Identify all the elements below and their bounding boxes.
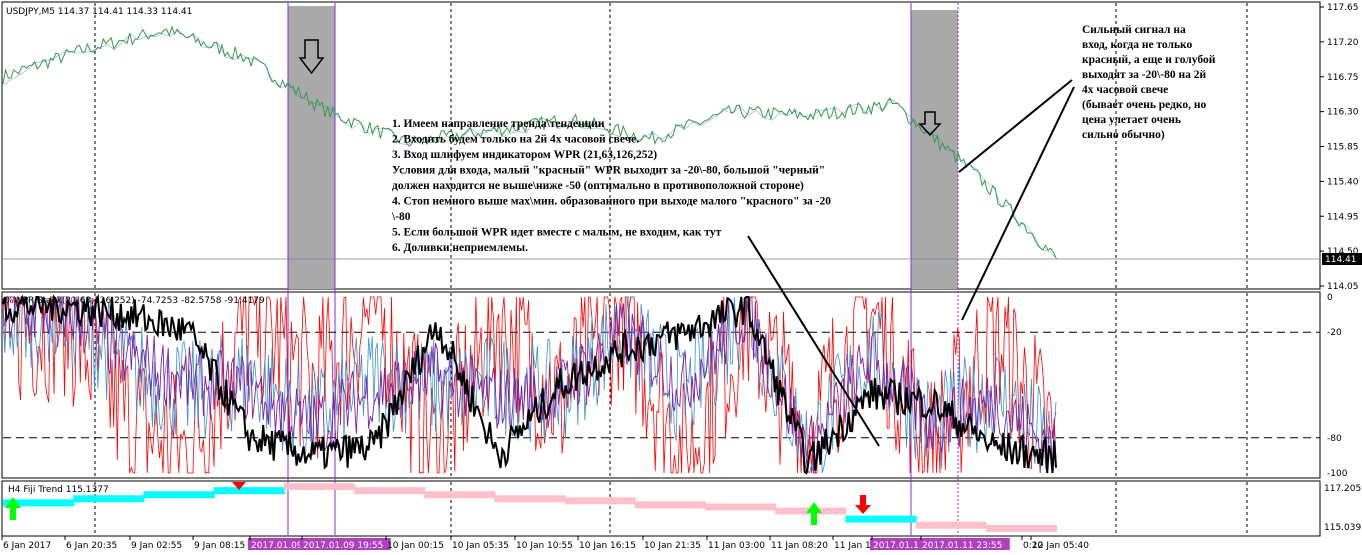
time-tick-label: 11 Jan 03:00 <box>708 541 765 551</box>
annotation-line-text: 5. Если большой WPR идет вместе с малым,… <box>392 227 722 239</box>
annotation-line-text: 3. Вход шлифуем индикатором WPR (21,63,1… <box>392 149 657 161</box>
price-tick-label: 117.20 <box>1327 38 1359 48</box>
highlight-zone-2 <box>911 10 958 289</box>
price-tick-label: 116.30 <box>1327 108 1359 118</box>
time-tick-label: 10 Jan 10:55 <box>516 541 573 551</box>
price-tick-label: 115.85 <box>1327 143 1359 153</box>
price-tick-label: 117.65 <box>1327 3 1359 13</box>
time-tick-label: 6 Jan 2017 <box>3 541 51 551</box>
trend-axis: 117.2059 115.0392 <box>1324 484 1362 533</box>
time-tick-label: 12 Jan 05:40 <box>1032 541 1089 551</box>
trend-panel-frame <box>1 480 1321 537</box>
price-tick-label: 116.75 <box>1327 73 1359 83</box>
trend-segment-down <box>915 521 987 529</box>
time-tick-label: 11 Jan 1 <box>834 541 871 551</box>
trend-segment-down <box>564 497 636 505</box>
annotation-line-text: Условия для входа, малый "красный" WPR в… <box>392 165 825 177</box>
trend-segment-up <box>143 491 215 499</box>
time-tick-label: 2017.01.09 19:55 <box>303 541 383 551</box>
current-price-label: 114.41 <box>1325 255 1357 265</box>
trend-segment-up <box>213 487 285 495</box>
wpr-tick-label: -80 <box>1327 434 1342 444</box>
wpr-panel-label: %WPR Stack(21,63,126,252) -74.7253 -82.5… <box>5 296 265 306</box>
trend-segment-down <box>424 491 496 499</box>
chart-canvas: USDJPY,M5 114.37 114.41 114.33 114.41 %W… <box>1 1 1362 551</box>
highlight-zone-1 <box>288 6 335 289</box>
price-tick-label: 115.40 <box>1327 177 1359 187</box>
time-tick-label: 9 Jan 02:55 <box>131 541 182 551</box>
trend-segment-down <box>634 501 706 509</box>
trend-segment-down <box>283 483 355 491</box>
time-tick-label: 2017.01.09 <box>251 541 303 551</box>
time-tick-label: 10 Jan 21:35 <box>644 541 701 551</box>
wpr-tick-label: 0 <box>1327 293 1333 303</box>
annotation-line-text: выходят за -20\-80 на 2й <box>1082 69 1206 81</box>
trend-segment-down <box>494 495 566 503</box>
annotation-line-text: цена улетает очень <box>1082 114 1181 126</box>
trend-tick-label: 115.0392 <box>1324 523 1362 533</box>
wpr-panel-frame <box>1 291 1321 479</box>
annotation-line-text: красный, а еще и голубой <box>1082 54 1216 66</box>
annotation-line-text: 2. Входить будем только на 2й 4х часовой… <box>392 134 639 146</box>
symbol-label: USDJPY,M5 114.37 114.41 114.33 114.41 <box>6 7 192 17</box>
time-tick-label: 9 Jan 08:15 <box>194 541 245 551</box>
time-tick-label: 10 Jan 05:35 <box>452 541 509 551</box>
annotation-line-text: сильно обычно) <box>1082 129 1165 141</box>
annotation-line-text: Сильный сигнал на <box>1082 24 1186 36</box>
trend-tick-label: 117.2059 <box>1324 484 1362 494</box>
annotation-line-text: должен находится не выше\ниже -50 (оптим… <box>392 180 804 192</box>
trend-segment-down <box>354 487 426 495</box>
trend-segment-up <box>845 515 917 523</box>
annotation-line-text: 4х часовой свече <box>1082 84 1168 96</box>
trend-segment-down <box>985 524 1057 532</box>
annotation-line-text: \-80 <box>391 211 411 223</box>
annotation-line-text: вход, когда не только <box>1082 39 1193 51</box>
time-tick-label: 11 Jan 08:20 <box>771 541 828 551</box>
annotation-line-text: 6. Доливки неприемлемы. <box>392 242 528 254</box>
time-tick-label: 10 Jan 00:15 <box>387 541 444 551</box>
time-tick-label: 6 Jan 20:35 <box>66 541 117 551</box>
price-tick-label: 114.95 <box>1327 212 1359 222</box>
trend-segment-down <box>705 503 777 511</box>
wpr-tick-label: -100 <box>1327 469 1348 479</box>
trend-segment-up <box>73 495 145 503</box>
wpr-axis: 0 -20 -80 -100 <box>1327 293 1348 479</box>
trend-panel-label: H4 Fiji Trend 115.1377 <box>8 485 109 495</box>
annotation-line-text: (бывает очень редко, но <box>1082 99 1207 111</box>
price-axis: 117.65 117.20 116.75 116.30 115.85 115.40 114.… <box>1320 3 1359 292</box>
annotation-line-text: 1. Имеем направление тренда\тенденции <box>392 118 605 130</box>
time-tick-label: 2017.01.11 23:55 <box>922 541 1002 551</box>
time-axis: 6 Jan 2017 6 Jan 20:35 9 Jan 02:55 9 Jan 08… <box>1 536 1089 551</box>
annotation-line-text: 4. Стоп немного выше мах\мин. образованн… <box>392 196 831 208</box>
time-tick-label: 2017.01.11 <box>873 541 925 551</box>
price-tick-label: 114.05 <box>1327 282 1359 292</box>
time-tick-label: 10 Jan 16:15 <box>579 541 636 551</box>
wpr-tick-label: -20 <box>1327 328 1342 338</box>
